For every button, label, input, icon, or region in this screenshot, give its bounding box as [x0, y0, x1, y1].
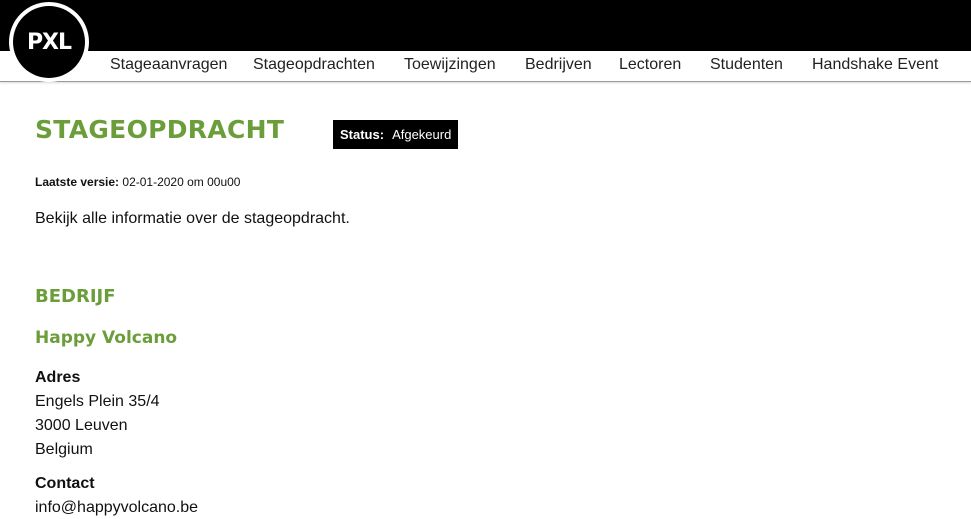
section-title-bedrijf: BEDRIJF	[35, 286, 116, 307]
intro-text: Bekijk alle informatie over de stageopdr…	[35, 210, 350, 227]
nav-item-bedrijven[interactable]: Bedrijven	[525, 56, 592, 74]
page-title: STAGEOPDRACHT	[35, 115, 285, 144]
contact-email[interactable]: info@happyvolcano.be	[35, 499, 198, 517]
main-navigation: Stageaanvragen Stageopdrachten Toewijzin…	[0, 51, 971, 82]
nav-item-stageaanvragen[interactable]: Stageaanvragen	[110, 56, 227, 74]
address-label: Adres	[35, 369, 81, 386]
version-label: Laatste versie:	[35, 175, 120, 189]
last-version: Laatste versie: 02-01-2020 om 00u00	[35, 175, 240, 189]
status-value: Afgekeurd	[392, 127, 452, 142]
status-badge: Status: Afgekeurd	[333, 120, 459, 149]
status-label: Status:	[340, 127, 385, 142]
nav-item-stageopdrachten[interactable]: Stageopdrachten	[253, 56, 375, 74]
nav-item-toewijzingen[interactable]: Toewijzingen	[404, 56, 496, 74]
logo-text: PXL	[26, 29, 72, 55]
address-line-city: 3000 Leuven	[35, 417, 128, 434]
company-name: Happy Volcano	[35, 328, 178, 348]
nav-item-lectoren[interactable]: Lectoren	[619, 56, 681, 74]
contact-label: Contact	[35, 475, 95, 492]
address-line-street: Engels Plein 35/4	[35, 393, 160, 410]
version-value: 02-01-2020 om 00u00	[122, 175, 241, 189]
nav-item-studenten[interactable]: Studenten	[710, 56, 783, 74]
address-line-country: Belgium	[35, 441, 93, 458]
top-header-bar	[0, 0, 971, 51]
pxl-logo[interactable]: PXL	[9, 2, 89, 82]
logo-circle: PXL	[13, 6, 85, 78]
nav-item-handshake-event[interactable]: Handshake Event	[812, 56, 938, 74]
